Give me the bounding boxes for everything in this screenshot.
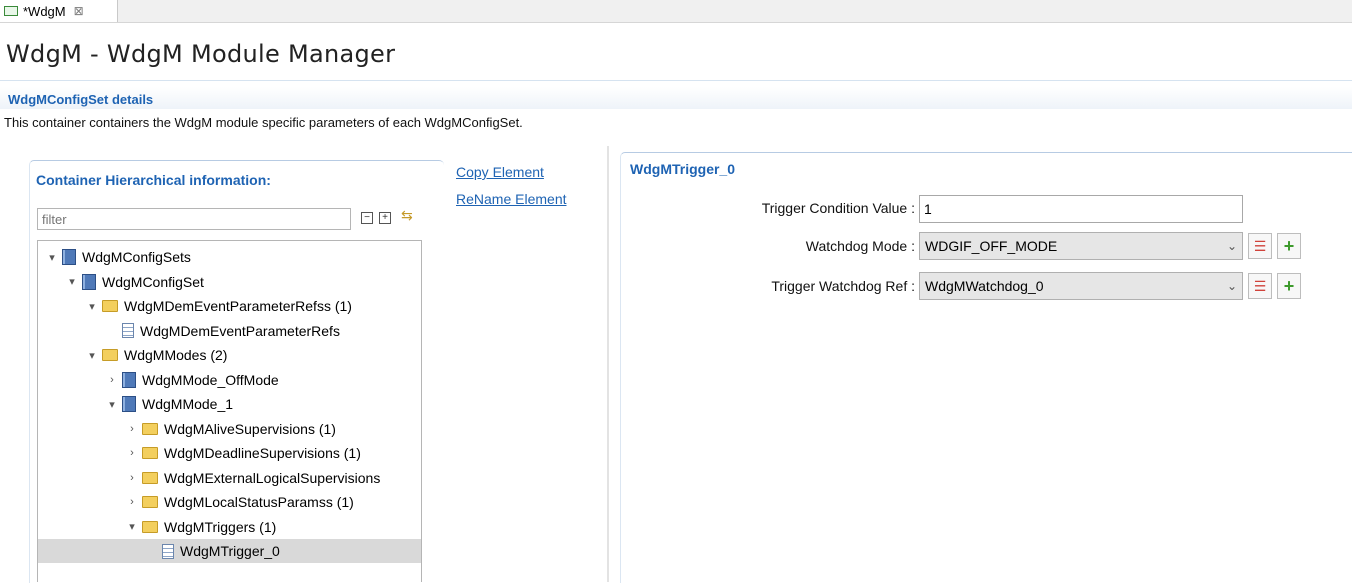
tree-item-label: WdgMAliveSupervisions (1) bbox=[164, 420, 336, 437]
tree-item-label: WdgMDemEventParameterRefss (1) bbox=[124, 298, 352, 314]
folder-icon bbox=[142, 447, 158, 459]
tree-item[interactable]: ▾ WdgMTriggers (1) bbox=[38, 515, 421, 539]
collapse-all-icon[interactable]: − bbox=[361, 212, 373, 224]
panel-divider[interactable] bbox=[607, 146, 609, 582]
tree-item[interactable]: WdgMDemEventParameterRefs bbox=[38, 319, 421, 343]
folder-icon bbox=[142, 520, 158, 533]
container-icon bbox=[82, 273, 96, 290]
trigger-watchdog-ref-select[interactable]: WdgMWatchdog_0 ⌄ bbox=[919, 272, 1243, 300]
hierarchy-heading: Container Hierarchical information: bbox=[36, 172, 271, 188]
container-icon bbox=[122, 396, 136, 412]
chevron-right-icon[interactable]: › bbox=[126, 496, 138, 508]
sync-icon[interactable]: ⇆ bbox=[401, 207, 413, 224]
tree-item[interactable]: › WdgMLocalStatusParamss (1) bbox=[38, 490, 421, 514]
trigger-watchdog-ref-add-button[interactable]: + bbox=[1277, 273, 1301, 299]
chevron-right-icon[interactable]: › bbox=[126, 423, 138, 435]
section-description: This container containers the WdgM modul… bbox=[4, 115, 523, 130]
copy-element-link[interactable]: Copy Element bbox=[456, 164, 544, 180]
rename-element-link[interactable]: ReName Element bbox=[456, 191, 567, 207]
tree-item-label: WdgMTrigger_0 bbox=[180, 543, 280, 559]
tab-wdgm[interactable]: *WdgM ⊠ bbox=[0, 0, 118, 22]
chevron-down-icon[interactable]: ▾ bbox=[66, 275, 78, 288]
watchdog-mode-add-button[interactable]: + bbox=[1277, 233, 1301, 259]
item-icon bbox=[162, 543, 174, 559]
folder-icon bbox=[142, 471, 158, 484]
tree-item[interactable]: › WdgMExternalLogicalSupervisions bbox=[38, 466, 421, 490]
plus-icon: + bbox=[1283, 236, 1295, 256]
trigger-watchdog-ref-label: Trigger Watchdog Ref : bbox=[771, 278, 915, 294]
tree-item-label: WdgMMode_1 bbox=[142, 396, 234, 412]
section-heading: WdgMConfigSet details bbox=[8, 92, 154, 107]
folder-icon bbox=[102, 300, 118, 312]
close-icon[interactable]: ⊠ bbox=[74, 4, 84, 18]
watchdog-mode-select[interactable]: WDGIF_OFF_MODE ⌄ bbox=[919, 232, 1243, 260]
chevron-right-icon[interactable]: › bbox=[106, 374, 118, 386]
tree-item-label: WdgMTriggers (1) bbox=[164, 518, 277, 535]
tree-item-label: WdgMExternalLogicalSupervisions bbox=[164, 469, 381, 486]
chevron-right-icon[interactable]: › bbox=[126, 472, 138, 484]
tree-item[interactable]: WdgMTrigger_0 bbox=[38, 539, 421, 563]
chevron-down-icon[interactable]: ⌄ bbox=[1222, 279, 1242, 293]
tree-item[interactable]: ▾ WdgMMode_1 bbox=[38, 392, 421, 416]
editor-tab-strip: *WdgM ⊠ bbox=[0, 0, 1352, 23]
filter-input[interactable] bbox=[37, 208, 351, 230]
trigger-condition-field[interactable] bbox=[919, 195, 1243, 223]
tree-item-label: WdgMConfigSets bbox=[82, 249, 191, 265]
page-title: WdgM - WdgM Module Manager bbox=[6, 40, 396, 68]
folder-icon bbox=[142, 496, 158, 508]
tree-item[interactable]: › WdgMDeadlineSupervisions (1) bbox=[38, 441, 421, 465]
list-icon: ☰ bbox=[1253, 238, 1267, 254]
section-header-band bbox=[0, 87, 1352, 109]
tree-item[interactable]: ▾ WdgMModes (2) bbox=[38, 343, 421, 367]
hierarchy-tree[interactable]: ▾ WdgMConfigSets ▾ WdgMConfigSet ▾ WdgMDemEve… bbox=[37, 240, 422, 582]
list-icon: ☰ bbox=[1253, 278, 1267, 294]
trigger-condition-label: Trigger Condition Value : bbox=[761, 200, 915, 216]
plus-icon: + bbox=[1283, 276, 1295, 296]
chevron-down-icon[interactable]: ▾ bbox=[46, 251, 58, 264]
tree-item[interactable]: ▾ WdgMConfigSet bbox=[38, 270, 421, 294]
folder-icon bbox=[142, 422, 158, 435]
title-divider bbox=[0, 80, 1352, 81]
chevron-down-icon[interactable]: ⌄ bbox=[1222, 239, 1242, 253]
tree-item[interactable]: ▾ WdgMConfigSets bbox=[38, 245, 421, 269]
chevron-down-icon[interactable]: ▾ bbox=[126, 520, 138, 533]
tree-item-label: WdgMLocalStatusParamss (1) bbox=[164, 494, 354, 510]
watchdog-mode-list-button[interactable]: ☰ bbox=[1248, 233, 1272, 259]
chevron-down-icon[interactable]: ▾ bbox=[106, 398, 118, 411]
tree-item[interactable]: ▾ WdgMDemEventParameterRefss (1) bbox=[38, 294, 421, 318]
watchdog-mode-label: Watchdog Mode : bbox=[805, 238, 915, 254]
trigger-watchdog-ref-list-button[interactable]: ☰ bbox=[1248, 273, 1272, 299]
folder-icon bbox=[102, 349, 118, 361]
tree-item[interactable]: › WdgMAliveSupervisions (1) bbox=[38, 417, 421, 441]
tree-item-label: WdgMModes (2) bbox=[124, 347, 228, 363]
chevron-down-icon[interactable]: ▾ bbox=[86, 300, 98, 313]
editor-icon bbox=[4, 6, 18, 16]
details-heading: WdgMTrigger_0 bbox=[630, 161, 736, 177]
tree-item-label: WdgMDemEventParameterRefs bbox=[140, 322, 340, 339]
tree-item-label: WdgMDeadlineSupervisions (1) bbox=[164, 445, 361, 461]
chevron-right-icon[interactable]: › bbox=[126, 447, 138, 459]
trigger-watchdog-ref-value: WdgMWatchdog_0 bbox=[925, 278, 1044, 294]
watchdog-mode-value: WDGIF_OFF_MODE bbox=[925, 238, 1058, 254]
tree-item-label: WdgMConfigSet bbox=[102, 273, 204, 290]
container-icon bbox=[62, 249, 76, 265]
expand-all-icon[interactable]: + bbox=[379, 212, 391, 224]
tab-label: *WdgM bbox=[23, 3, 66, 19]
container-icon bbox=[122, 371, 136, 388]
tree-item[interactable]: › WdgMMode_OffMode bbox=[38, 368, 421, 392]
item-icon bbox=[122, 323, 134, 338]
tree-item-label: WdgMMode_OffMode bbox=[142, 371, 279, 388]
chevron-down-icon[interactable]: ▾ bbox=[86, 349, 98, 362]
